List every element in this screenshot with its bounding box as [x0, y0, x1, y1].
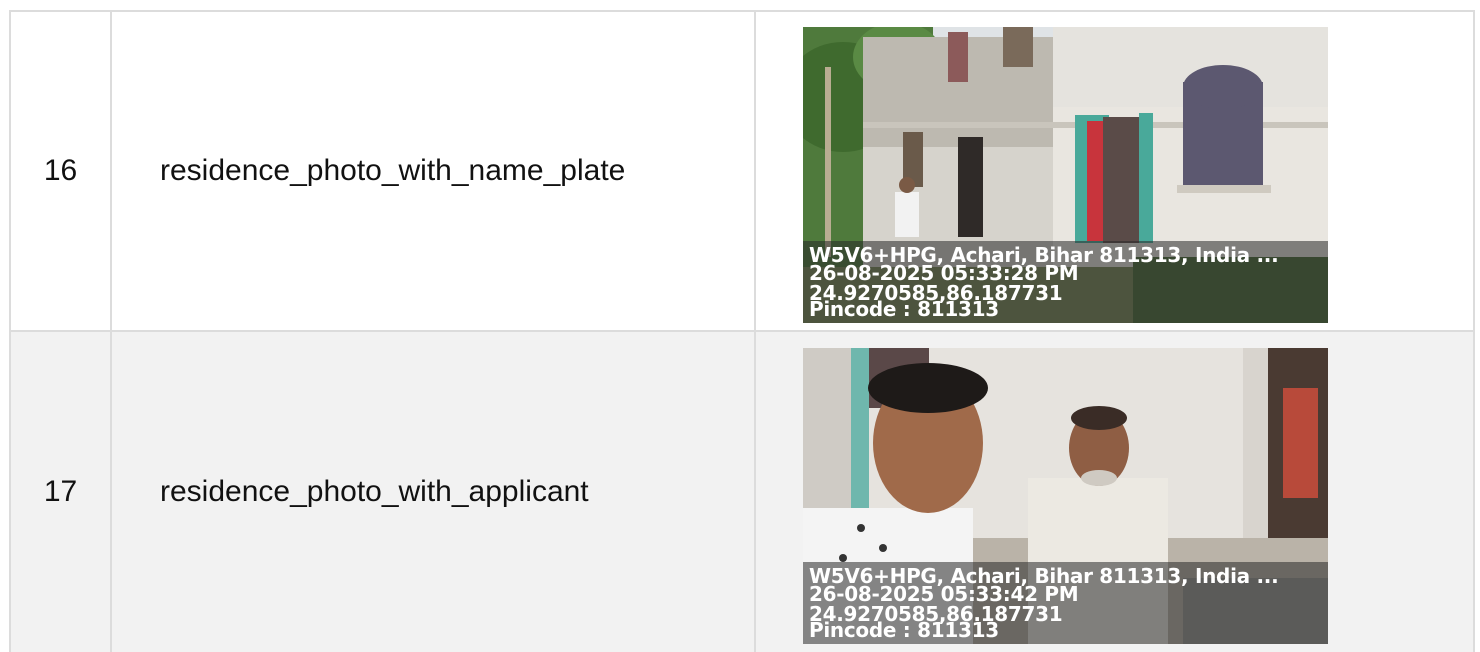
serial-number-cell: 16 — [9, 12, 110, 330]
photo-cell: W5V6+HPG, Achari, Bihar 811313, India ..… — [754, 332, 1475, 652]
photo-cell: W5V6+HPG, Achari, Bihar 811313, India ..… — [754, 12, 1475, 330]
serial-number: 16 — [43, 154, 78, 187]
table-row: 16 residence_photo_with_name_plate W5V6+… — [9, 10, 1475, 332]
serial-number: 17 — [43, 475, 78, 508]
geo-stamp-overlay: W5V6+HPG, Achari, Bihar 811313, India ..… — [803, 241, 1328, 323]
geo-stamp-overlay: W5V6+HPG, Achari, Bihar 811313, India ..… — [803, 562, 1328, 644]
document-label-cell: residence_photo_with_applicant — [110, 332, 754, 652]
document-label: residence_photo_with_applicant — [160, 475, 589, 508]
stamp-pincode: Pincode : 811313 — [809, 297, 999, 321]
applicant-photo[interactable]: W5V6+HPG, Achari, Bihar 811313, India ..… — [803, 348, 1328, 644]
table-row: 17 residence_photo_with_applicant W5V6+H… — [9, 332, 1475, 652]
residence-photo[interactable]: W5V6+HPG, Achari, Bihar 811313, India ..… — [803, 27, 1328, 323]
document-label-cell: residence_photo_with_name_plate — [110, 12, 754, 330]
document-label: residence_photo_with_name_plate — [160, 154, 626, 187]
serial-number-cell: 17 — [9, 332, 110, 652]
stamp-pincode: Pincode : 811313 — [809, 618, 999, 642]
